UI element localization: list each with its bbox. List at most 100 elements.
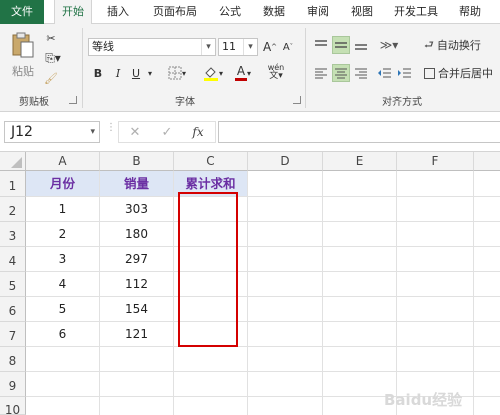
chevron-down-icon: ▾ [218, 68, 223, 78]
table-cell[interactable]: 5 [26, 297, 99, 321]
select-all-corner[interactable] [0, 152, 26, 171]
row-header-4[interactable]: 4 [0, 247, 26, 272]
row-header-10[interactable]: 10 [0, 397, 26, 415]
increase-indent-icon [398, 68, 411, 78]
table-cell[interactable]: 180 [100, 222, 173, 246]
fill-color-button[interactable]: ▾ [200, 64, 226, 82]
borders-button[interactable]: ▾ [164, 64, 190, 82]
excel-window: 文件 开始 插入 页面布局 公式 数据 审阅 视图 开发工具 帮助 粘贴 ✂ ⎘… [0, 0, 500, 415]
insert-function-button[interactable]: fx [188, 123, 208, 141]
row-header-2[interactable]: 2 [0, 197, 26, 222]
decrease-indent-button[interactable] [376, 64, 394, 82]
tab-help[interactable]: 帮助 [452, 0, 488, 24]
header-cell-sales[interactable]: 销量 [100, 171, 173, 196]
column-header-a[interactable]: A [26, 152, 100, 171]
merge-center-button[interactable]: 合并后居中 [424, 64, 500, 82]
tab-page-layout[interactable]: 页面布局 [144, 0, 206, 24]
confirm-formula-button[interactable]: ✓ [158, 123, 176, 141]
column-header-c[interactable]: C [174, 152, 248, 171]
shrink-font-button[interactable]: Aˇ [280, 38, 296, 56]
row-header-5[interactable]: 5 [0, 272, 26, 297]
name-box[interactable]: J12 ▾ [4, 121, 100, 143]
row-header-7[interactable]: 7 [0, 322, 26, 347]
header-cell-month[interactable]: 月份 [26, 171, 99, 196]
gridline [396, 171, 397, 415]
table-cell[interactable]: 1 [26, 197, 99, 221]
row-header-6[interactable]: 6 [0, 297, 26, 322]
row-header-8[interactable]: 8 [0, 347, 26, 372]
underline-button[interactable]: U [128, 64, 144, 82]
tab-home[interactable]: 开始 [54, 0, 92, 25]
column-header-f[interactable]: F [397, 152, 474, 171]
grow-font-button[interactable]: A ^ [262, 38, 278, 56]
tab-data[interactable]: 数据 [256, 0, 292, 24]
table-cell[interactable]: 297 [100, 247, 173, 271]
tab-formulas[interactable]: 公式 [212, 0, 248, 24]
orientation-button[interactable]: ≫▾ [376, 36, 402, 54]
tab-developer[interactable]: 开发工具 [388, 0, 444, 24]
chevron-down-icon: ▾ [243, 39, 257, 55]
table-cell[interactable]: 3 [26, 247, 99, 271]
ribbon-tab-bar: 文件 开始 插入 页面布局 公式 数据 审阅 视图 开发工具 帮助 [0, 0, 500, 25]
row-header-3[interactable]: 3 [0, 222, 26, 247]
tab-view[interactable]: 视图 [344, 0, 380, 24]
worksheet-grid[interactable]: A B C D E F 1 2 3 4 5 6 7 8 9 10 月份 销量 累… [0, 152, 500, 415]
phonetic-guide-button[interactable]: wén 文▾ [262, 62, 290, 82]
column-header-b[interactable]: B [100, 152, 174, 171]
format-painter-button[interactable]: 🖌 [42, 70, 60, 86]
align-center-icon [335, 68, 347, 79]
align-middle-button[interactable] [332, 36, 350, 54]
align-left-button[interactable] [312, 64, 330, 82]
paste-label: 粘贴 [12, 65, 34, 78]
cancel-formula-button[interactable]: ✕ [126, 123, 144, 141]
grow-font-icon: A [262, 40, 272, 54]
wrap-text-label: 自动换行 [436, 39, 481, 52]
align-bottom-button[interactable] [352, 36, 370, 54]
align-middle-icon [335, 42, 347, 48]
column-header-d[interactable]: D [248, 152, 323, 171]
font-color-icon: A [236, 64, 246, 78]
copy-button[interactable]: ⎘▾ [42, 50, 64, 66]
font-size-combo[interactable]: 11 ▾ [218, 38, 258, 56]
paste-button[interactable] [8, 30, 38, 60]
font-name-combo[interactable]: 等线 ▾ [88, 38, 216, 56]
font-name-value: 等线 [92, 40, 114, 53]
gridline [473, 171, 474, 415]
row-header-1[interactable]: 1 [0, 171, 26, 197]
increase-indent-button[interactable] [396, 64, 414, 82]
formula-bar-grip[interactable]: ⋮ [106, 123, 116, 139]
align-right-button[interactable] [352, 64, 370, 82]
cut-button[interactable]: ✂ [42, 30, 60, 46]
gridline [26, 371, 500, 372]
font-color-button[interactable]: A ▾ [230, 64, 256, 82]
merge-center-label: 合并后居中 [438, 67, 493, 80]
align-left-icon [315, 68, 327, 79]
bold-button[interactable]: B [90, 64, 106, 82]
table-cell[interactable]: 6 [26, 322, 99, 346]
close-icon: ✕ [129, 124, 141, 140]
formula-input[interactable] [218, 121, 500, 143]
row-header-9[interactable]: 9 [0, 372, 26, 397]
chevron-down-icon: ▾ [246, 68, 251, 78]
tab-insert[interactable]: 插入 [100, 0, 136, 24]
check-icon: ✓ [161, 124, 173, 140]
table-cell[interactable]: 4 [26, 272, 99, 296]
table-cell[interactable]: 112 [100, 272, 173, 296]
font-dialog-launcher[interactable] [293, 96, 301, 104]
align-center-button[interactable] [332, 64, 350, 82]
formula-bar: J12 ▾ ⋮ ✕ ✓ fx [0, 113, 500, 152]
table-cell[interactable]: 154 [100, 297, 173, 321]
tab-file[interactable]: 文件 [0, 0, 44, 24]
column-header-e[interactable]: E [323, 152, 397, 171]
clipboard-dialog-launcher[interactable] [69, 96, 77, 104]
column-header-g[interactable] [474, 152, 500, 171]
wrap-text-button[interactable]: ⮐ 自动换行 [424, 36, 500, 54]
italic-button[interactable]: I [110, 64, 126, 82]
table-cell[interactable]: 2 [26, 222, 99, 246]
align-top-button[interactable] [312, 36, 330, 54]
table-cell[interactable]: 121 [100, 322, 173, 346]
tab-review[interactable]: 审阅 [300, 0, 336, 24]
highlight-box [178, 192, 238, 347]
underline-dropdown[interactable]: ▾ [145, 64, 155, 82]
table-cell[interactable]: 303 [100, 197, 173, 221]
